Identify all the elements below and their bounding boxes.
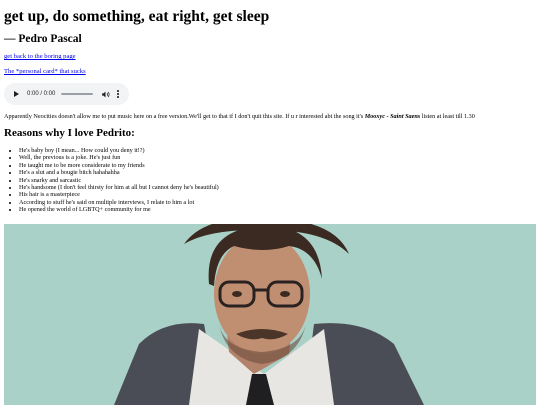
portrait-illustration xyxy=(4,224,536,405)
music-note: Apparently Neocities doesn't allow me to… xyxy=(4,113,475,120)
audio-progress-bar[interactable] xyxy=(61,93,94,95)
list-item: He's snarky and sarcastic xyxy=(19,177,219,184)
back-link[interactable]: get back to the boring page xyxy=(4,53,76,60)
list-item: According to stuff he's said on multiple… xyxy=(19,199,219,206)
audio-time: 0:00 / 0:00 xyxy=(27,91,56,97)
play-icon[interactable] xyxy=(14,91,19,97)
volume-icon[interactable] xyxy=(101,90,110,99)
reasons-list: He's baby boy (I mean... How could you d… xyxy=(4,147,219,214)
list-item: He's handsome (I don't feel thirsty for … xyxy=(19,184,219,191)
note-suffix: listen at least till 1.30 xyxy=(420,113,475,120)
page-title: get up, do something, eat right, get sle… xyxy=(4,8,270,25)
list-item: He taught me to be more considerate to m… xyxy=(19,162,219,169)
reasons-heading: Reasons why I love Pedrito: xyxy=(4,127,135,139)
portrait-photo xyxy=(4,224,536,405)
personal-card-link[interactable]: The *personal card* that sucks xyxy=(4,68,86,75)
list-item: His hair is a masterpiece xyxy=(19,191,219,198)
more-vert-icon[interactable] xyxy=(117,90,120,98)
song-name: Mooxyc - Saint Saens xyxy=(364,113,421,120)
list-item: He's a slut and a bougie bitch hahahahha xyxy=(19,169,219,176)
list-item: He opened the world of LGBTQ+ community … xyxy=(19,206,219,213)
list-item: Well, the previous is a joke. He's just … xyxy=(19,154,219,161)
audio-player: 0:00 / 0:00 xyxy=(4,83,129,105)
quote-author: — Pedro Pascal xyxy=(4,33,82,45)
list-item: He's baby boy (I mean... How could you d… xyxy=(19,147,219,154)
note-prefix: Apparently Neocities doesn't allow me to… xyxy=(4,113,365,120)
